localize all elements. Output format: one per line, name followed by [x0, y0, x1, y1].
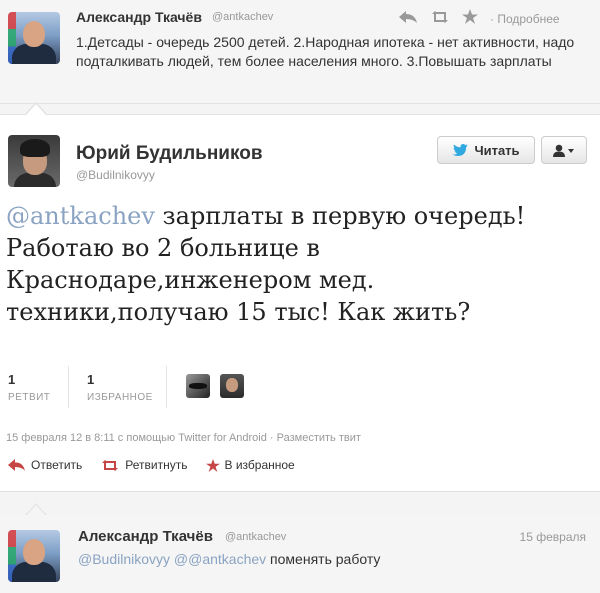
favorite-count[interactable]: 1	[87, 372, 94, 387]
mention-link[interactable]: @@antkachev	[174, 551, 266, 567]
divider	[68, 366, 69, 408]
favorite-label[interactable]: ИЗБРАННОЕ	[87, 392, 153, 403]
tweet-meta[interactable]: 15 февраля 12 в 8:11 с помощью Twitter f…	[6, 432, 361, 444]
reply-icon[interactable]	[398, 10, 418, 29]
retweet-label: Ретвитнуть	[125, 458, 188, 472]
avatar[interactable]	[8, 135, 60, 187]
retweet-label[interactable]: РЕТВИТ	[8, 392, 50, 403]
mention-link[interactable]: @antkachev	[6, 202, 155, 230]
favorite-button[interactable]: В избранное	[205, 458, 295, 472]
reply-label: Ответить	[31, 458, 83, 472]
tweet-actions: Ответить Ретвитнуть В избранное	[8, 458, 295, 472]
author-handle[interactable]: @Budilnikovyy	[76, 168, 155, 182]
divider	[166, 366, 167, 408]
user-menu-button[interactable]	[541, 136, 587, 164]
tweet-text: @antkachev зарплаты в первую очередь! Ра…	[6, 200, 586, 328]
reply-icon	[8, 459, 26, 471]
twitter-bird-icon	[452, 144, 469, 156]
retweeter-avatar[interactable]	[186, 374, 210, 398]
tweet-actions: · Подробнее	[398, 9, 560, 29]
favorite-icon	[205, 458, 220, 472]
favorite-label: В избранное	[224, 458, 295, 472]
retweet-icon	[100, 459, 120, 472]
tweet-text: @Budilnikovyy @@antkachev поменять работ…	[78, 551, 380, 567]
avatar[interactable]	[8, 12, 60, 64]
tweet-body: поменять работу	[266, 551, 381, 567]
follow-label: Читать	[474, 142, 520, 158]
author-name[interactable]: Александр Ткачёв	[76, 9, 202, 25]
author-name[interactable]: Александр Ткачёв	[78, 528, 213, 545]
author-handle[interactable]: @antkachev	[212, 11, 273, 23]
caret-inner	[26, 104, 46, 115]
tweet-date[interactable]: 15 февраля	[520, 530, 586, 544]
retweet-icon[interactable]	[430, 10, 450, 29]
caret-inner	[26, 505, 46, 516]
top-tweet[interactable]: Александр Ткачёв @antkachev · Подробнее …	[0, 0, 600, 104]
author-handle[interactable]: @antkachev	[225, 531, 286, 543]
follow-button[interactable]: Читать	[437, 136, 535, 164]
avatar[interactable]	[8, 530, 60, 582]
details-link[interactable]: · Подробнее	[490, 12, 560, 26]
user-icon	[553, 144, 575, 157]
author-name[interactable]: Юрий Будильников	[76, 143, 263, 165]
mention-link[interactable]: @Budilnikovyy	[78, 551, 170, 567]
favorite-icon[interactable]	[462, 9, 478, 29]
retweet-count[interactable]: 1	[8, 372, 15, 387]
retweet-button[interactable]: Ретвитнуть	[100, 458, 188, 472]
tweet-text: 1.Детсады - очередь 2500 детей. 2.Народн…	[76, 34, 575, 69]
retweeter-avatar[interactable]	[220, 374, 244, 398]
reply-button[interactable]: Ответить	[8, 458, 82, 472]
